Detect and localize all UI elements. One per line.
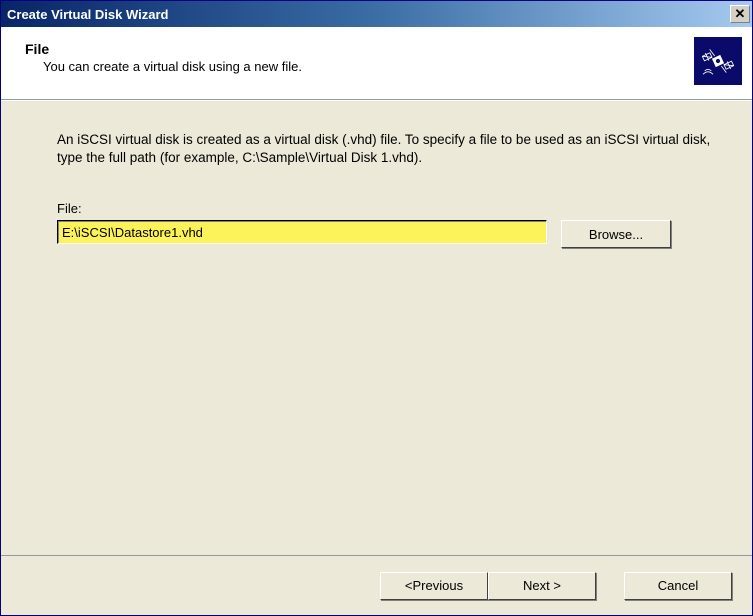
close-icon: ✕	[735, 6, 746, 22]
page-title: File	[25, 41, 302, 57]
button-bar: <Previous Next > Cancel	[1, 555, 752, 615]
header-panel: File You can create a virtual disk using…	[1, 27, 752, 100]
file-path-input[interactable]	[57, 220, 547, 244]
page-subtitle: You can create a virtual disk using a ne…	[43, 59, 302, 74]
previous-button[interactable]: <Previous	[380, 572, 488, 600]
titlebar: Create Virtual Disk Wizard ✕	[1, 1, 752, 27]
file-label: File:	[57, 201, 712, 216]
content-area: An iSCSI virtual disk is created as a vi…	[1, 100, 752, 555]
satellite-icon	[694, 37, 742, 85]
file-row: Browse...	[57, 220, 712, 248]
wizard-window: Create Virtual Disk Wizard ✕ File You ca…	[0, 0, 753, 616]
header-text-block: File You can create a virtual disk using…	[11, 37, 302, 74]
browse-button[interactable]: Browse...	[561, 220, 671, 248]
cancel-button[interactable]: Cancel	[624, 572, 732, 600]
window-title: Create Virtual Disk Wizard	[7, 7, 730, 22]
description-text: An iSCSI virtual disk is created as a vi…	[57, 131, 712, 167]
close-button[interactable]: ✕	[730, 5, 750, 23]
next-button[interactable]: Next >	[488, 572, 596, 600]
